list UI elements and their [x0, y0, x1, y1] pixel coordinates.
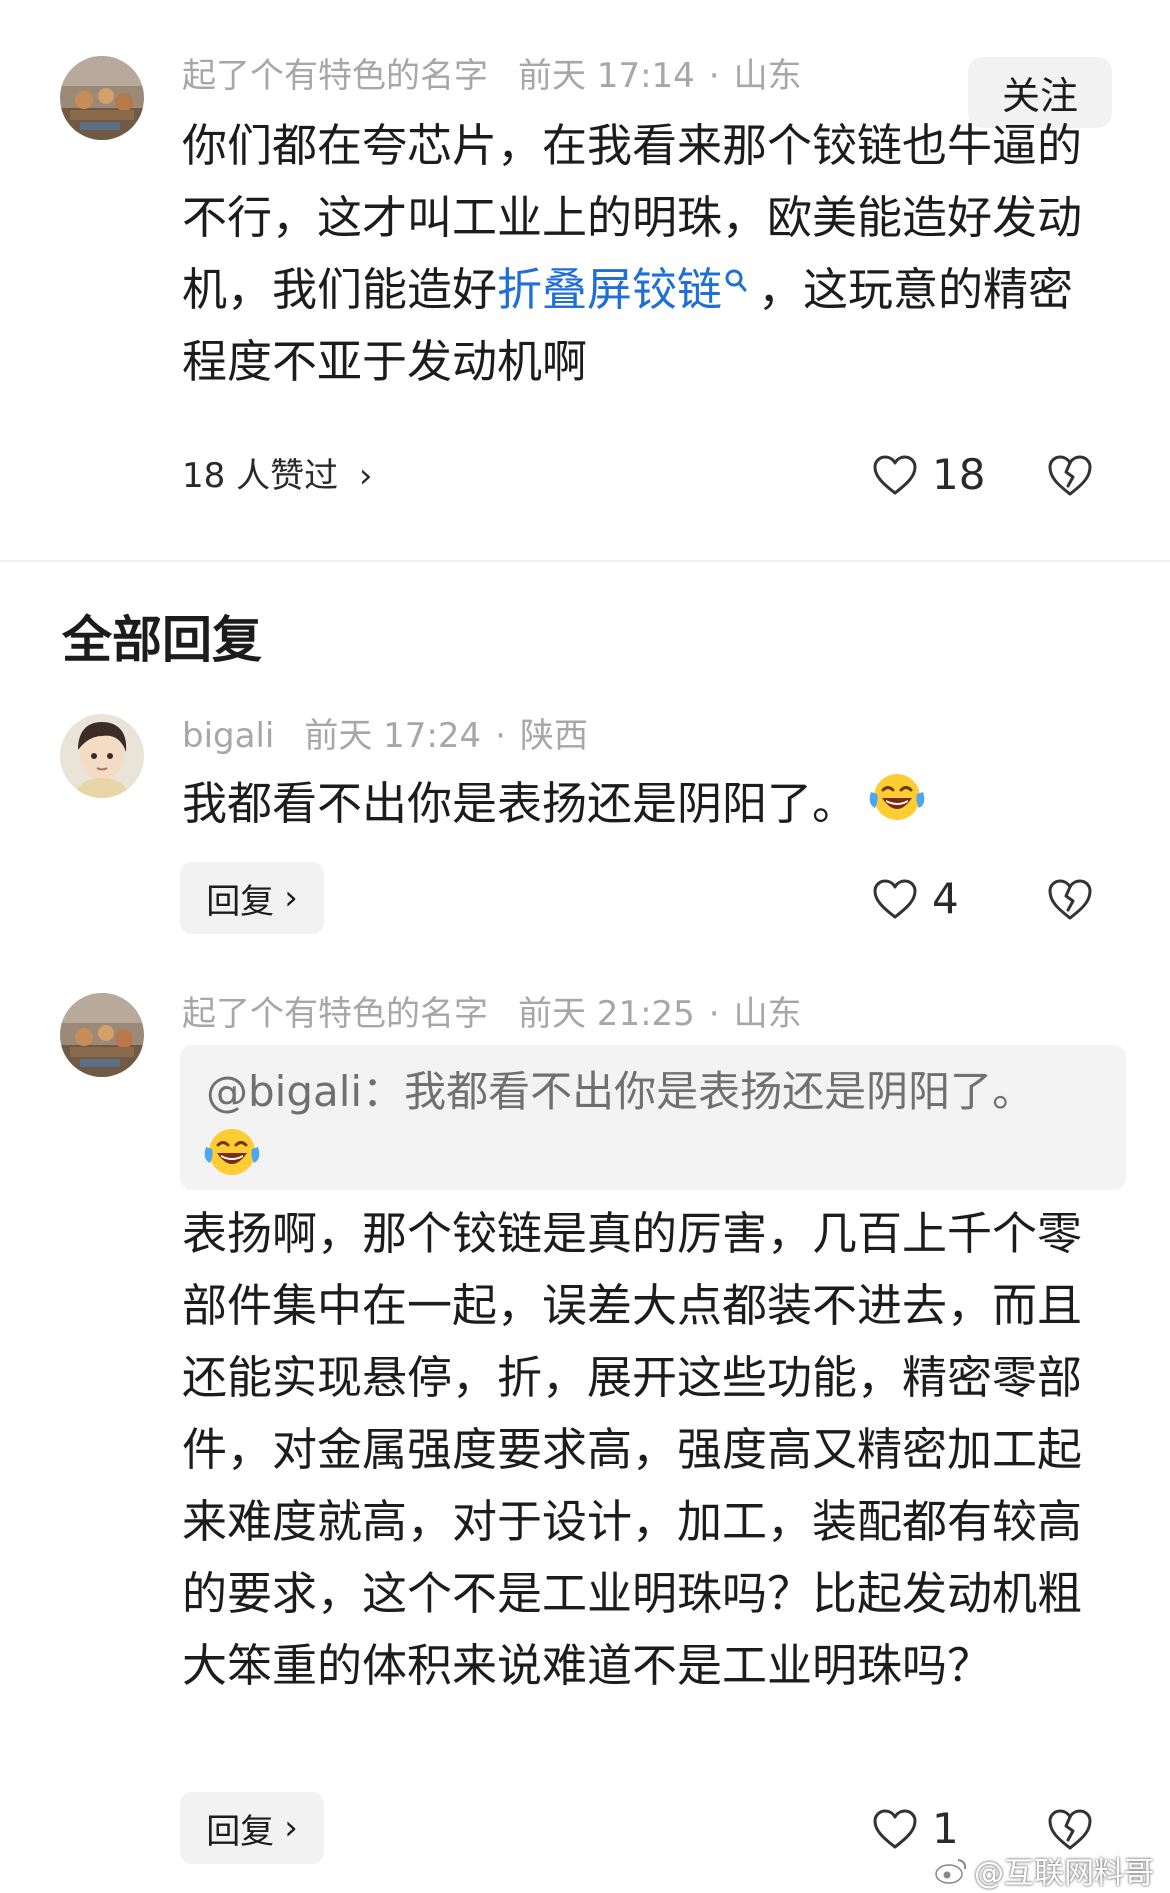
- weibo-logo-icon: [934, 1857, 968, 1893]
- dislike-button-reply[interactable]: [1046, 1806, 1094, 1854]
- quoted-text: @bigali：我都看不出你是表扬还是阴阳了。: [206, 1067, 1035, 1116]
- avatar-image: [60, 714, 144, 798]
- reply-button-label: 回复: [206, 881, 275, 922]
- dislike-button-reply[interactable]: [1046, 876, 1094, 924]
- avatar-bigali[interactable]: [60, 714, 144, 798]
- comment-text: 你们都在夸芯片，在我看来那个铰链也牛逼的不行，这才叫工业上的明珠，欧美能造好发动…: [182, 110, 1102, 398]
- section-divider: [0, 560, 1170, 562]
- chevron-right-icon: ›: [358, 456, 373, 496]
- like-count: 4: [932, 874, 959, 923]
- chevron-right-icon: ›: [284, 878, 298, 918]
- heart-outline-icon: [873, 1809, 917, 1848]
- laughing-tears-emoji: [202, 1125, 262, 1183]
- like-button-reply[interactable]: 4: [872, 874, 959, 923]
- watermark: @互联网料哥: [934, 1848, 1154, 1893]
- reply-button[interactable]: 回复 ›: [180, 1792, 324, 1864]
- liked-by-text: 18 人赞过: [182, 456, 339, 496]
- like-button-reply[interactable]: 1: [872, 1804, 959, 1853]
- reply-meta: 起了个有特色的名字 前天 21:25 · 山东: [182, 992, 802, 1036]
- reply-button[interactable]: 回复 ›: [180, 862, 324, 934]
- author-name[interactable]: bigali: [182, 716, 274, 756]
- meta-separator: ·: [708, 56, 720, 96]
- like-button-comment[interactable]: 18: [872, 450, 985, 499]
- comment-time: 前天 17:14: [518, 56, 695, 96]
- replies-section-title: 全部回复: [62, 611, 262, 669]
- reply-text: 我都看不出你是表扬还是阴阳了。: [182, 768, 1102, 845]
- like-count: 1: [932, 1804, 959, 1853]
- like-count: 18: [932, 450, 986, 499]
- reply-time: 前天 21:25: [518, 994, 695, 1034]
- reply-text-content: 我都看不出你是表扬还是阴阳了。: [182, 777, 858, 830]
- broken-heart-icon: [1048, 1809, 1092, 1850]
- avatar-image: [60, 993, 144, 1077]
- reply-button-label: 回复: [206, 1811, 275, 1852]
- reply-meta: bigali 前天 17:24 · 陕西: [182, 714, 588, 758]
- reply-text: 表扬啊，那个铰链是真的厉害，几百上千个零部件集中在一起，误差大点都装不进去，而且…: [182, 1207, 1083, 1692]
- comment-meta: 起了个有特色的名字 前天 17:14 · 山东: [182, 54, 802, 98]
- avatar-image: [60, 56, 144, 140]
- reply-time: 前天 17:24: [304, 716, 482, 756]
- heart-outline-icon: [873, 879, 917, 918]
- search-link[interactable]: 折叠屏铰链: [497, 263, 722, 316]
- chevron-right-icon: ›: [284, 1808, 298, 1848]
- meta-separator: ·: [708, 994, 720, 1034]
- quoted-reply: @bigali：我都看不出你是表扬还是阴阳了。: [180, 1045, 1126, 1190]
- avatar-original-commenter[interactable]: [60, 56, 144, 140]
- dislike-button-comment[interactable]: [1046, 452, 1094, 500]
- liked-by-link[interactable]: 18 人赞过 ›: [182, 454, 373, 498]
- reply-location: 山东: [733, 994, 802, 1034]
- meta-separator: ·: [495, 716, 506, 756]
- reply-location: 陕西: [519, 716, 588, 756]
- broken-heart-icon: [1048, 879, 1092, 920]
- watermark-text: @互联网料哥: [974, 1856, 1154, 1891]
- comment-location: 山东: [733, 56, 802, 96]
- avatar-original-commenter[interactable]: [60, 993, 144, 1077]
- search-icon[interactable]: [722, 254, 752, 294]
- broken-heart-icon: [1048, 455, 1092, 496]
- author-name[interactable]: 起了个有特色的名字: [182, 56, 488, 96]
- heart-outline-icon: [873, 455, 917, 494]
- laughing-tears-emoji: [867, 770, 927, 845]
- author-name[interactable]: 起了个有特色的名字: [182, 994, 488, 1034]
